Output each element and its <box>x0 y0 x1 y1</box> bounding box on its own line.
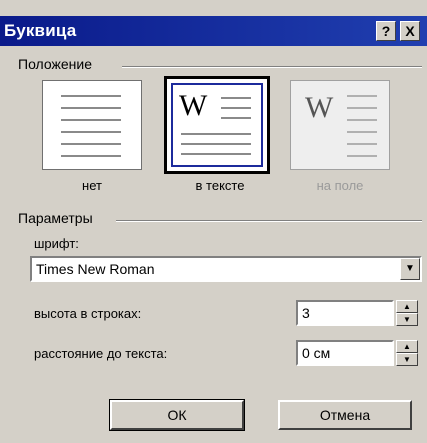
dropcap-dialog: Буквица ? X Положение нет W в тексте W н… <box>0 0 427 443</box>
arrow-down-icon: ▼ <box>403 315 411 324</box>
position-in-margin-tile[interactable]: W <box>290 80 390 170</box>
font-select-value: Times New Roman <box>36 261 155 277</box>
text-line <box>347 95 377 97</box>
text-line <box>221 97 251 99</box>
arrow-down-icon: ▼ <box>403 355 411 364</box>
parameters-group-divider <box>116 220 422 222</box>
position-group-label: Положение <box>18 56 92 72</box>
text-line <box>181 143 251 145</box>
position-group-divider <box>122 66 422 68</box>
arrow-up-icon: ▲ <box>403 302 411 311</box>
ok-button[interactable]: ОК <box>109 399 245 431</box>
spin-up-button[interactable]: ▲ <box>396 300 418 313</box>
lines-value: 3 <box>302 305 310 321</box>
parameters-group-label: Параметры <box>18 210 93 226</box>
dialog-title: Буквица <box>4 21 77 40</box>
distance-stepper[interactable]: ▲ ▼ <box>396 340 418 366</box>
spin-down-button[interactable]: ▼ <box>396 353 418 366</box>
spin-up-button[interactable]: ▲ <box>396 340 418 353</box>
text-line <box>61 131 121 133</box>
distance-value: 0 см <box>302 345 331 361</box>
text-line <box>347 107 377 109</box>
font-select[interactable]: Times New Roman ▼ <box>30 256 422 282</box>
text-line <box>61 95 121 97</box>
position-none-label[interactable]: нет <box>62 178 122 193</box>
distance-input[interactable]: 0 см <box>296 340 394 366</box>
spin-down-button[interactable]: ▼ <box>396 313 418 326</box>
position-in-text-tile[interactable]: W <box>164 76 270 174</box>
dropcap-letter: W <box>305 91 334 124</box>
text-line <box>347 119 377 121</box>
text-line <box>61 155 121 157</box>
help-button[interactable]: ? <box>376 21 396 41</box>
text-line <box>61 107 121 109</box>
lines-input[interactable]: 3 <box>296 300 394 326</box>
dropdown-button[interactable]: ▼ <box>400 258 420 280</box>
text-line <box>347 155 377 157</box>
text-line <box>61 143 121 145</box>
text-line <box>181 133 251 135</box>
lines-label: высота в строках: <box>34 306 142 321</box>
cancel-button[interactable]: Отмена <box>278 400 412 430</box>
arrow-up-icon: ▲ <box>403 342 411 351</box>
font-label: шрифт: <box>34 236 79 251</box>
position-in-margin-label: на поле <box>316 178 364 193</box>
lines-stepper[interactable]: ▲ ▼ <box>396 300 418 326</box>
text-line <box>221 117 251 119</box>
title-bar[interactable]: Буквица ? X <box>0 16 427 46</box>
close-button[interactable]: X <box>400 21 420 41</box>
text-line <box>181 153 251 155</box>
dropcap-letter: W <box>179 89 208 122</box>
chevron-down-icon: ▼ <box>405 263 415 274</box>
text-line <box>347 143 377 145</box>
text-line <box>347 131 377 133</box>
text-line <box>61 119 121 121</box>
distance-label: расстояние до текста: <box>34 346 168 361</box>
position-none-tile[interactable] <box>42 80 142 170</box>
position-in-text-label[interactable]: в тексте <box>180 178 260 193</box>
preview-frame: W <box>171 83 263 167</box>
text-line <box>221 107 251 109</box>
